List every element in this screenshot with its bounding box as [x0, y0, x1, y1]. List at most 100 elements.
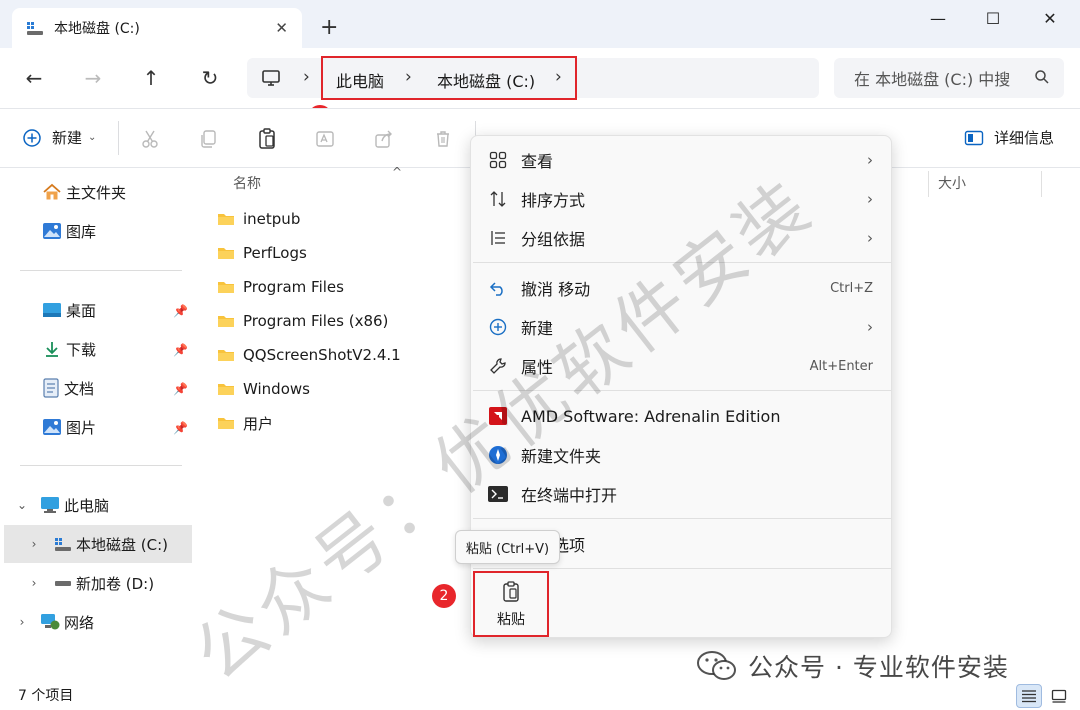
share-button[interactable] [372, 127, 396, 151]
folder-icon [218, 214, 234, 225]
grid-view-icon [489, 151, 507, 169]
folder-icon [218, 350, 234, 361]
pin-icon[interactable]: 📌 [173, 304, 188, 318]
search-placeholder: 在 本地磁盘 (C:) 中搜 [854, 70, 1011, 89]
sidebar-divider [20, 465, 182, 466]
sidebar-item-this-pc[interactable]: ⌄ 此电脑 [12, 486, 109, 524]
chevron-right-icon: › [867, 229, 873, 247]
sidebar-item-downloads[interactable]: 下载 [42, 330, 96, 368]
step-badge-2: 2 [432, 584, 456, 608]
sidebar-item-label: 此电脑 [64, 496, 110, 515]
folder-icon [218, 418, 234, 429]
pin-icon[interactable]: 📌 [173, 382, 188, 396]
menu-item-view[interactable]: 查看 › [485, 142, 879, 178]
menu-divider [473, 518, 891, 519]
menu-item-label: 属性 [521, 358, 554, 377]
menu-item-new[interactable]: 新建 › [485, 309, 879, 345]
shortcut-text: Ctrl+Z [830, 280, 873, 296]
up-button[interactable]: ↑ [134, 62, 168, 94]
title-bar: 本地磁盘 (C:) ✕ + — ☐ ✕ [0, 0, 1080, 48]
close-window-button[interactable]: ✕ [1022, 0, 1078, 36]
cut-button[interactable] [138, 127, 162, 151]
menu-item-group-by[interactable]: 分组依据 › [485, 220, 879, 256]
new-folder-icon [489, 446, 507, 464]
sidebar-item-drive-c[interactable]: › 本地磁盘 (C:) [4, 525, 192, 563]
chevron-right-icon[interactable]: › [12, 615, 32, 629]
menu-item-properties[interactable]: 属性 Alt+Enter [485, 348, 879, 384]
search-input[interactable]: 在 本地磁盘 (C:) 中搜 [834, 58, 1064, 98]
menu-item-label: 新建 [521, 319, 554, 338]
tab-local-disk-c[interactable]: 本地磁盘 (C:) ✕ [12, 8, 302, 48]
sidebar-item-drive-d[interactable]: › 新加卷 (D:) [24, 564, 154, 602]
sidebar-item-pictures[interactable]: 图片 [42, 408, 96, 446]
list-item[interactable]: inetpub [217, 204, 300, 234]
sidebar-item-desktop[interactable]: 桌面 [42, 291, 96, 329]
download-icon [46, 342, 58, 357]
sidebar-item-home[interactable]: 主文件夹 [42, 173, 126, 211]
column-header-size[interactable]: 大小 [938, 173, 966, 193]
paste-toolbar-button[interactable] [255, 127, 279, 151]
paste-icon [259, 128, 275, 149]
navigation-bar: ← → ↑ ↻ › 此电脑 › 本地磁盘 (C:) › 在 本地磁盘 (C:) … [0, 48, 1080, 108]
group-icon [491, 231, 505, 245]
maximize-button[interactable]: ☐ [965, 0, 1021, 36]
new-button[interactable]: 新建 ⌄ [22, 127, 96, 148]
menu-item-amd-software[interactable]: AMD Software: Adrenalin Edition [485, 398, 879, 434]
copy-button[interactable] [196, 127, 220, 151]
sidebar-item-gallery[interactable]: 图库 [42, 212, 96, 250]
file-name: Program Files (x86) [243, 312, 389, 330]
menu-item-new-folder[interactable]: 新建文件夹 [485, 437, 879, 473]
sidebar-item-network[interactable]: › 网络 [12, 603, 94, 641]
chevron-down-icon[interactable]: ⌄ [12, 498, 32, 512]
drive-icon [55, 581, 71, 586]
chevron-right-icon: › [867, 151, 873, 169]
file-name: inetpub [243, 210, 301, 228]
sidebar-item-documents[interactable]: 文档 [42, 369, 94, 407]
column-divider[interactable] [1041, 171, 1042, 197]
wechat-watermark-text: 公众号 · 专业软件安装 [748, 653, 1009, 682]
tiles-view-button[interactable] [1046, 684, 1072, 708]
terminal-icon [488, 486, 508, 502]
list-item[interactable]: PerfLogs [217, 238, 307, 268]
forward-button[interactable]: → [76, 62, 110, 94]
rename-button[interactable] [313, 127, 337, 151]
list-item[interactable]: QQScreenShotV2.4.1 [217, 340, 401, 370]
undo-icon [489, 282, 503, 296]
back-button[interactable]: ← [17, 62, 51, 94]
column-divider[interactable] [928, 171, 929, 197]
new-tab-button[interactable]: + [320, 16, 338, 40]
menu-item-label: 在终端中打开 [521, 486, 618, 505]
folder-icon [218, 248, 234, 259]
list-item[interactable]: Windows [217, 374, 310, 404]
minimize-button[interactable]: — [910, 0, 966, 36]
sidebar-item-label: 图库 [66, 222, 97, 241]
new-label: 新建 [52, 129, 83, 147]
menu-item-sort[interactable]: 排序方式 › [485, 181, 879, 217]
sidebar-item-label: 下载 [66, 340, 97, 359]
details-pane-button[interactable]: 详细信息 [964, 127, 1054, 148]
details-view-button[interactable] [1016, 684, 1042, 708]
column-header-name[interactable]: 名称 [233, 173, 261, 193]
details-label: 详细信息 [994, 129, 1055, 147]
menu-item-label: 查看 [521, 152, 554, 171]
chevron-right-icon[interactable]: › [24, 537, 44, 551]
menu-item-undo[interactable]: 撤消 移动 Ctrl+Z [485, 270, 879, 306]
chevron-right-icon: › [867, 190, 873, 208]
list-item[interactable]: Program Files (x86) [217, 306, 388, 336]
chevron-right-icon[interactable]: › [24, 576, 44, 590]
list-item[interactable]: Program Files [217, 272, 344, 302]
delete-button[interactable] [431, 127, 455, 151]
list-item[interactable]: 用户 [217, 408, 273, 438]
sidebar-item-label: 新加卷 (D:) [76, 574, 155, 593]
close-tab-button[interactable]: ✕ [275, 19, 288, 37]
cut-icon [142, 130, 158, 148]
sort-icon [490, 191, 506, 207]
navigation-pane: 主文件夹 图库 桌面 📌 下载 📌 文档 📌 图片 📌 ⌄ 此电脑 › 本地磁盘… [0, 169, 194, 679]
pin-icon[interactable]: 📌 [173, 421, 188, 435]
pin-icon[interactable]: 📌 [173, 343, 188, 357]
wechat-watermark: 公众号 · 专业软件安装 [696, 648, 1009, 684]
menu-item-open-terminal[interactable]: 在终端中打开 [485, 476, 879, 512]
file-name: Windows [243, 380, 310, 398]
breadcrumb-separator[interactable]: › [303, 67, 310, 87]
refresh-button[interactable]: ↻ [193, 62, 227, 94]
